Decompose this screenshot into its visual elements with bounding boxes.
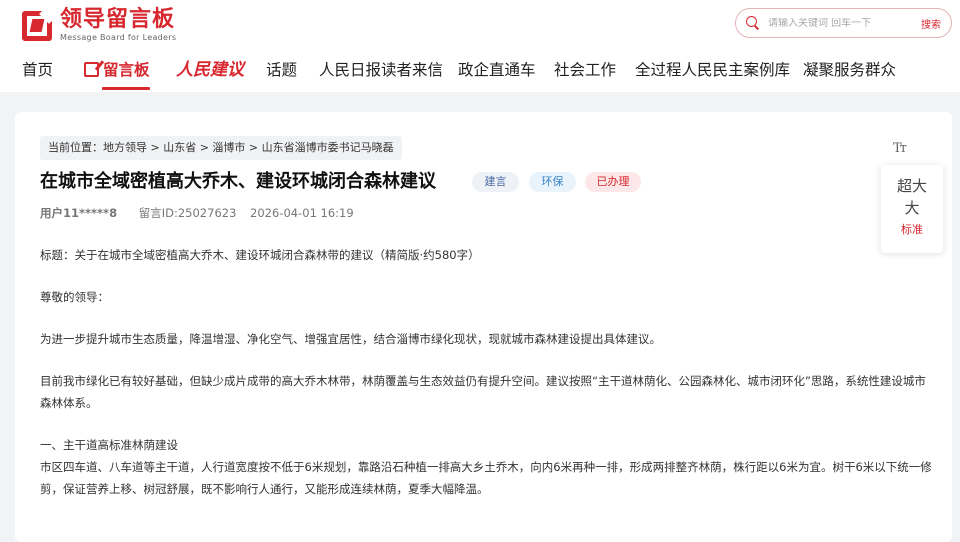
font-size-standard[interactable]: 标准 <box>881 221 943 237</box>
nav-item-social-work[interactable]: 社会工作 <box>554 56 616 84</box>
post-datetime: 2026-04-01 16:19 <box>250 206 354 220</box>
font-size-large[interactable]: 大 <box>881 197 943 219</box>
site-header: 领导留言板 Message Board for Leaders 搜索 首页 留言… <box>0 0 960 92</box>
search-box: 搜索 <box>735 8 952 38</box>
tag-environment: 环保 <box>529 172 576 192</box>
search-input[interactable] <box>768 17 908 29</box>
font-size-panel: 超大 大 标准 <box>881 165 943 253</box>
paragraph: 市区四车道、八车道等主干道，人行道宽度按不低于6米规划，靠路沿石种植一排高大乡土… <box>40 460 932 496</box>
nav-item-topics[interactable]: 话题 <box>266 56 297 84</box>
message-id: 留言ID:25027623 <box>138 206 237 220</box>
paragraph: 尊敬的领导： <box>40 290 109 304</box>
logo-icon <box>22 4 59 41</box>
breadcrumb: 当前位置：地方领导 > 山东省 > 淄博市 > 山东省淄博市委书记马晓磊 <box>40 136 402 160</box>
nav-item-message-board[interactable]: 留言板 <box>84 56 150 90</box>
status-badge: 已办理 <box>585 172 641 192</box>
nav-item-home[interactable]: 首页 <box>22 56 53 84</box>
site-logo[interactable]: 领导留言板 Message Board for Leaders <box>22 4 177 43</box>
paragraph: 标题：关于在城市全域密植高大乔木、建设环城闭合森林带的建议（精简版·约580字） <box>40 248 480 262</box>
tag-suggestion: 建言 <box>472 172 519 192</box>
section-heading: 一、主干道高标准林荫建设 <box>40 438 178 452</box>
brand-name-en: Message Board for Leaders <box>60 33 177 42</box>
brand-name: 领导留言板 <box>60 7 176 32</box>
nav-item-reader-letters[interactable]: 人民日报读者来信 <box>319 56 443 84</box>
search-button[interactable]: 搜索 <box>921 16 941 31</box>
paragraph: 目前我市绿化已有较好基础，但缺少成片成带的高大乔木林带，林荫覆盖与生态效益仍有提… <box>40 374 926 410</box>
post-card: 当前位置：地方领导 > 山东省 > 淄博市 > 山东省淄博市委书记马晓磊 在城市… <box>15 112 952 542</box>
post-meta: 用户11*****8 留言ID:25027623 2026-04-01 16:1… <box>40 205 354 221</box>
nav-item-democracy-cases[interactable]: 全过程人民民主案例库 <box>635 56 790 84</box>
paragraph: 为进一步提升城市生态质量，降温增湿、净化空气、增强宜居性，结合淄博市绿化现状，现… <box>40 332 661 346</box>
active-underline <box>102 87 150 90</box>
search-icon <box>746 16 760 30</box>
nav-item-gov-enterprise[interactable]: 政企直通车 <box>458 56 536 84</box>
nav-item-people-suggestions[interactable]: 人民建议 <box>176 56 244 84</box>
post-user: 用户11*****8 <box>40 206 118 220</box>
post-body: 标题：关于在城市全域密植高大乔木、建设环城闭合森林带的建议（精简版·约580字）… <box>40 244 932 520</box>
font-size-xlarge[interactable]: 超大 <box>881 175 943 197</box>
nav-item-serve-masses[interactable]: 凝聚服务群众 <box>803 56 896 84</box>
edit-icon <box>84 62 99 77</box>
post-title: 在城市全域密植高大乔木、建设环城闭合森林建议 <box>40 171 436 192</box>
font-size-icon[interactable]: Tт <box>893 141 907 156</box>
